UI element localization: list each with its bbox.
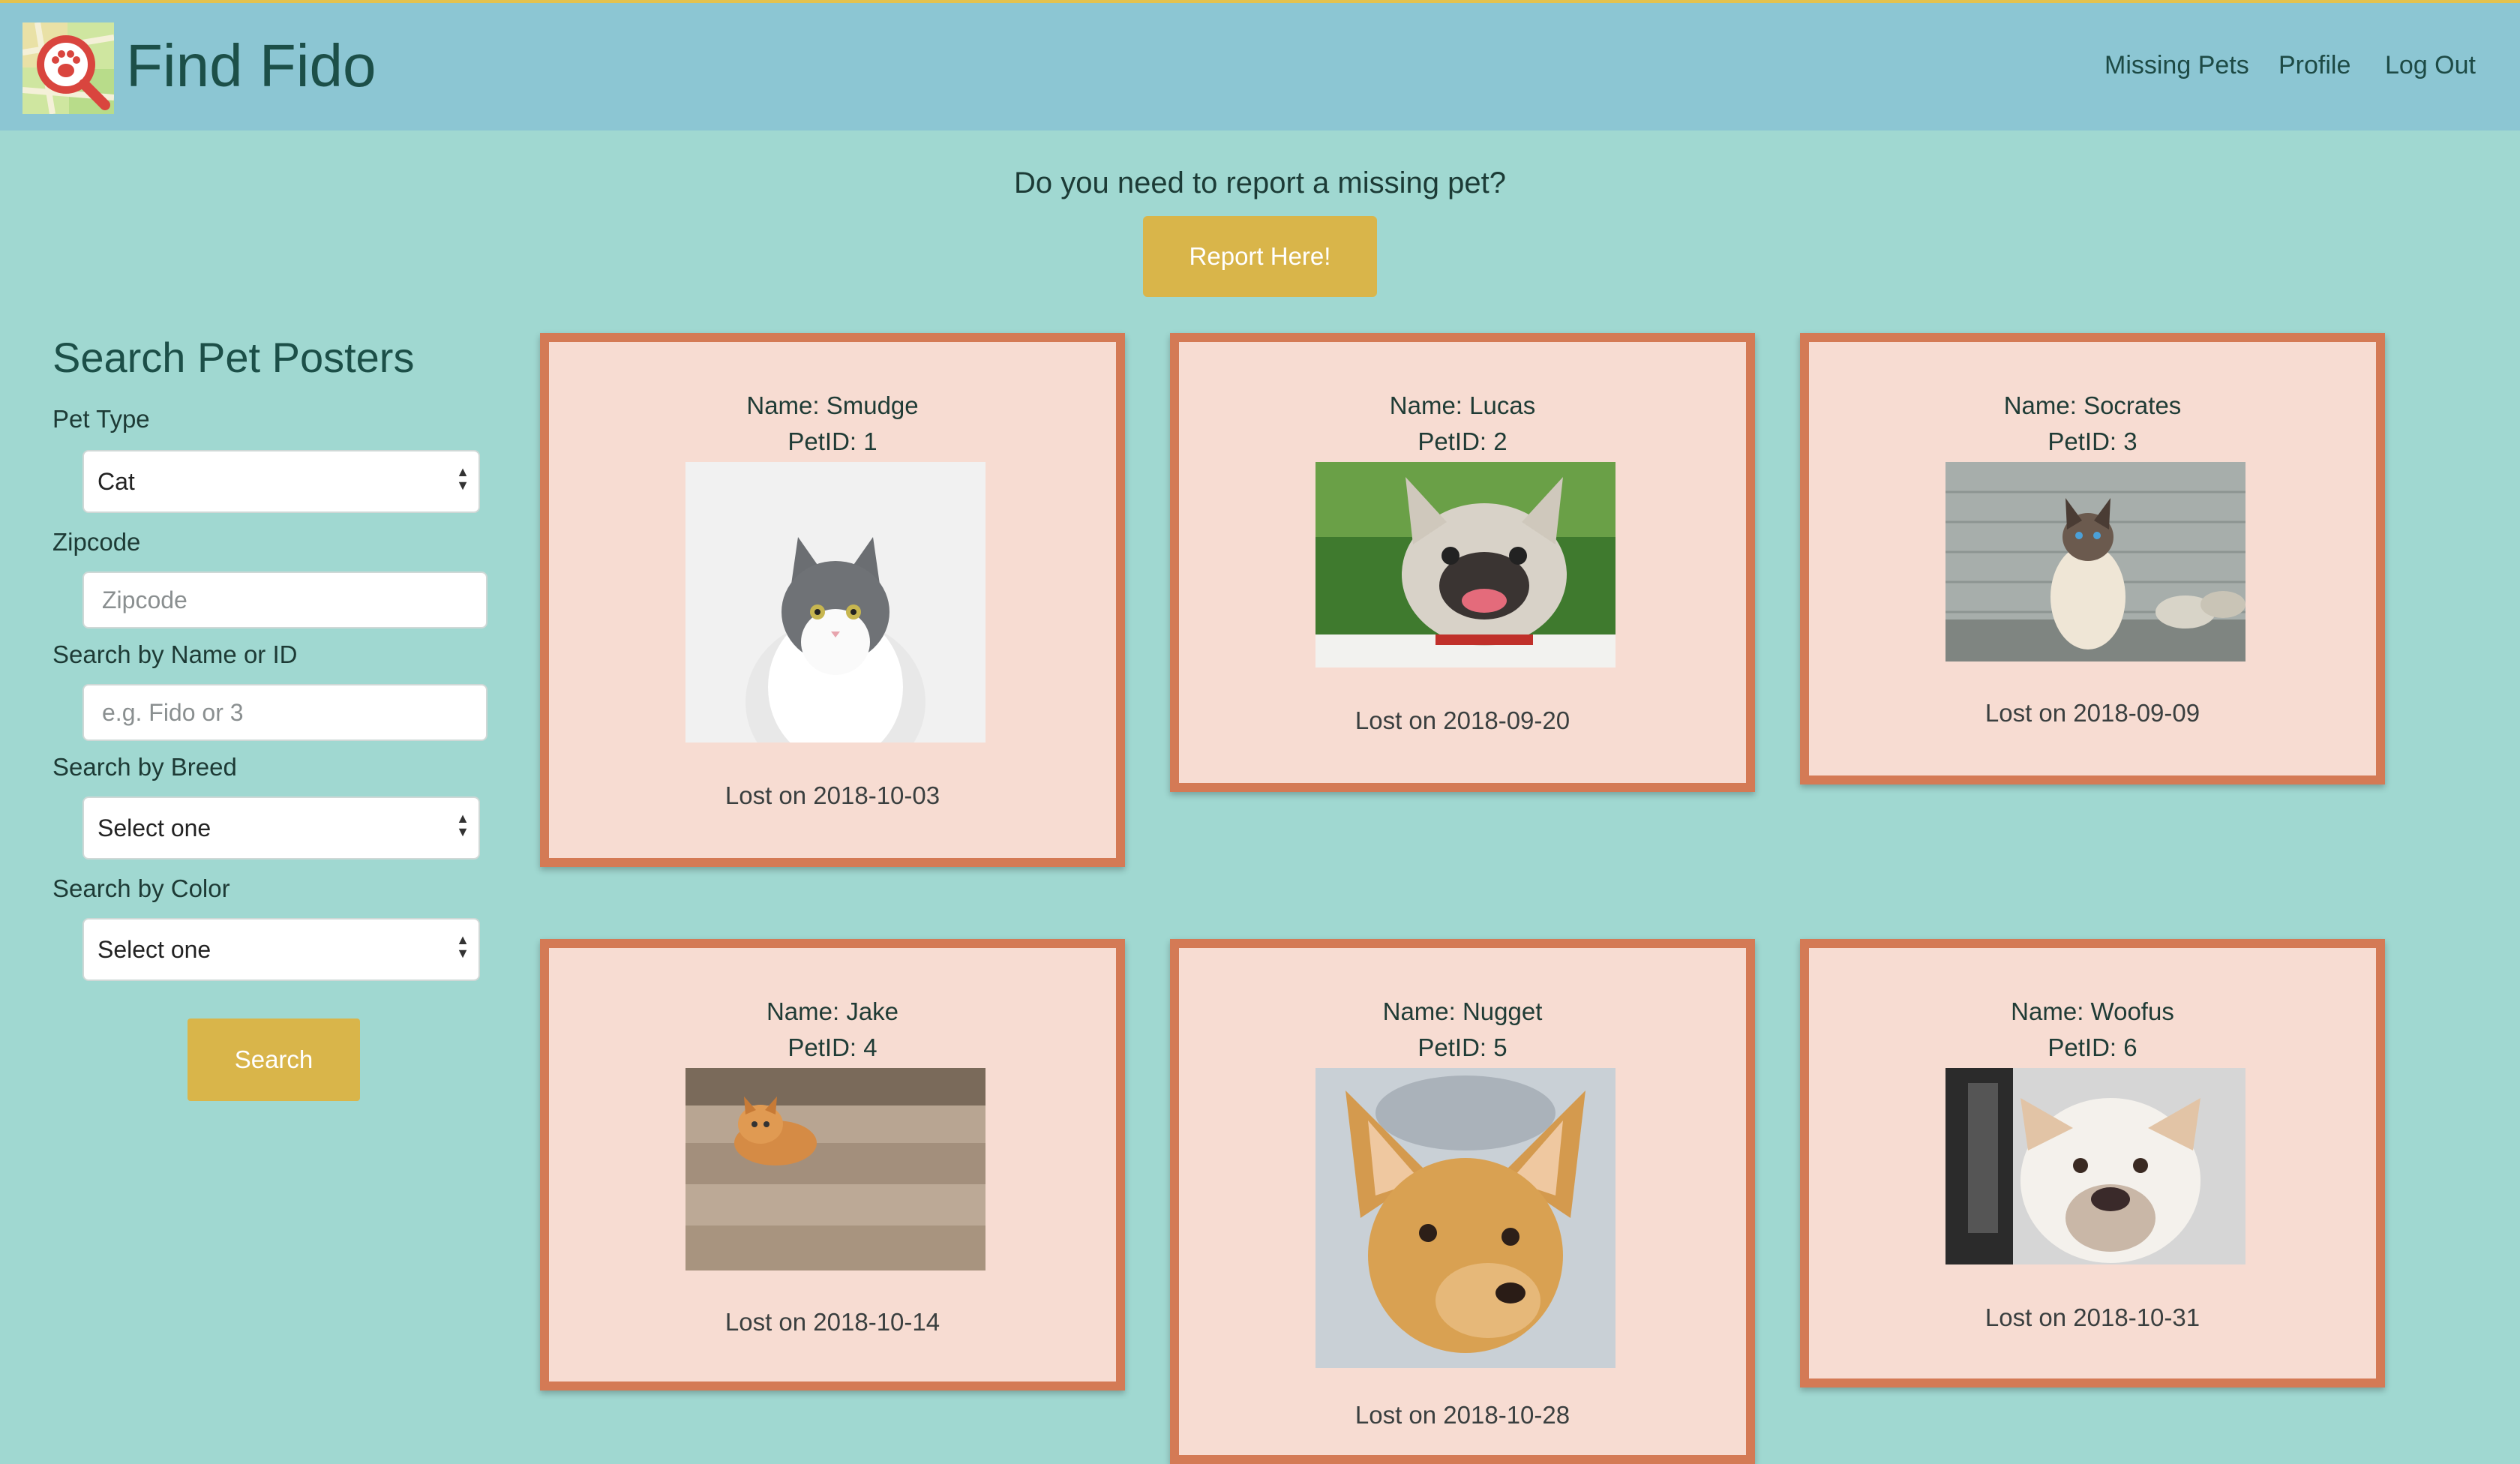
pet-id: PetID: 1	[788, 428, 878, 455]
pet-card-jake[interactable]: Name: Jake PetID: 4 Lost on 2018-10-14	[540, 939, 1125, 1390]
pet-card-socrates[interactable]: Name: Socrates PetID: 3 Lost on 2018-09-…	[1800, 333, 2385, 784]
select-arrows-icon: ▲ ▼	[456, 464, 470, 493]
pet-name: Name: Woofus	[2011, 998, 2174, 1025]
pet-type-value: Cat	[98, 468, 135, 495]
pet-card-woofus[interactable]: Name: Woofus PetID: 6 Lost on 2018-10-31	[1800, 939, 2385, 1388]
search-panel-title: Search Pet Posters	[52, 334, 415, 381]
report-here-button[interactable]: Report Here!	[1143, 216, 1377, 297]
pet-name: Name: Lucas	[1389, 392, 1536, 419]
pet-photo-cat	[686, 1068, 986, 1270]
nav-log-out[interactable]: Log Out	[2385, 51, 2476, 80]
color-value: Select one	[98, 936, 212, 963]
pet-card-lucas[interactable]: Name: Lucas PetID: 2 Lost on 2018-09-20	[1170, 333, 1755, 792]
breed-select[interactable]: Select one ▲ ▼	[82, 796, 480, 860]
pet-card-smudge[interactable]: Name: Smudge PetID: 1 Lost on 2018-10-03	[540, 333, 1125, 867]
name-id-label: Search by Name or ID	[52, 640, 298, 668]
breed-label: Search by Breed	[52, 753, 237, 781]
pet-photo-dog	[1316, 1068, 1616, 1368]
color-label: Search by Color	[52, 874, 230, 902]
report-question: Do you need to report a missing pet?	[1014, 166, 1506, 200]
pet-id: PetID: 3	[2048, 428, 2138, 455]
pet-lost-date: Lost on 2018-09-09	[1984, 699, 2200, 727]
pet-lost-date: Lost on 2018-10-28	[1354, 1401, 1570, 1429]
search-button[interactable]: Search	[188, 1018, 360, 1101]
zipcode-input[interactable]: Zipcode	[82, 572, 488, 628]
pet-lost-date: Lost on 2018-10-03	[724, 782, 940, 809]
nav-missing-pets[interactable]: Missing Pets	[2104, 51, 2249, 80]
pet-id: PetID: 6	[2048, 1034, 2138, 1061]
color-select[interactable]: Select one ▲ ▼	[82, 918, 480, 981]
nav-profile[interactable]: Profile	[2278, 51, 2350, 80]
pet-name: Name: Jake	[766, 998, 899, 1025]
pet-id: PetID: 4	[788, 1034, 878, 1061]
pet-photo-dog	[1316, 462, 1616, 668]
pet-card-nugget[interactable]: Name: Nugget PetID: 5 Lost on 2018-10-28	[1170, 939, 1755, 1464]
pet-type-select[interactable]: Cat ▲ ▼	[82, 450, 480, 513]
find-fido-logo-icon[interactable]	[22, 22, 114, 114]
breed-value: Select one	[98, 814, 212, 842]
pet-name: Name: Socrates	[2003, 392, 2182, 419]
navbar: Find Fido Missing Pets Profile Log Out	[0, 3, 2520, 130]
pet-name: Name: Smudge	[746, 392, 919, 419]
brand-title[interactable]: Find Fido	[126, 32, 376, 100]
pet-id: PetID: 2	[1418, 428, 1508, 455]
pet-photo-cat	[1946, 462, 2246, 662]
name-id-input[interactable]: e.g. Fido or 3	[82, 684, 488, 741]
pet-lost-date: Lost on 2018-09-20	[1354, 706, 1570, 734]
pet-lost-date: Lost on 2018-10-31	[1984, 1304, 2200, 1331]
zipcode-label: Zipcode	[52, 528, 141, 556]
name-id-placeholder: e.g. Fido or 3	[102, 699, 244, 726]
zipcode-placeholder: Zipcode	[102, 586, 188, 614]
pet-photo-cat	[686, 462, 986, 742]
pet-photo-dog	[1946, 1068, 2246, 1264]
pet-name: Name: Nugget	[1382, 998, 1543, 1025]
pet-lost-date: Lost on 2018-10-14	[724, 1308, 940, 1336]
select-arrows-icon: ▲ ▼	[456, 811, 470, 839]
pet-type-label: Pet Type	[52, 405, 150, 433]
pet-id: PetID: 5	[1418, 1034, 1508, 1061]
select-arrows-icon: ▲ ▼	[456, 932, 470, 961]
